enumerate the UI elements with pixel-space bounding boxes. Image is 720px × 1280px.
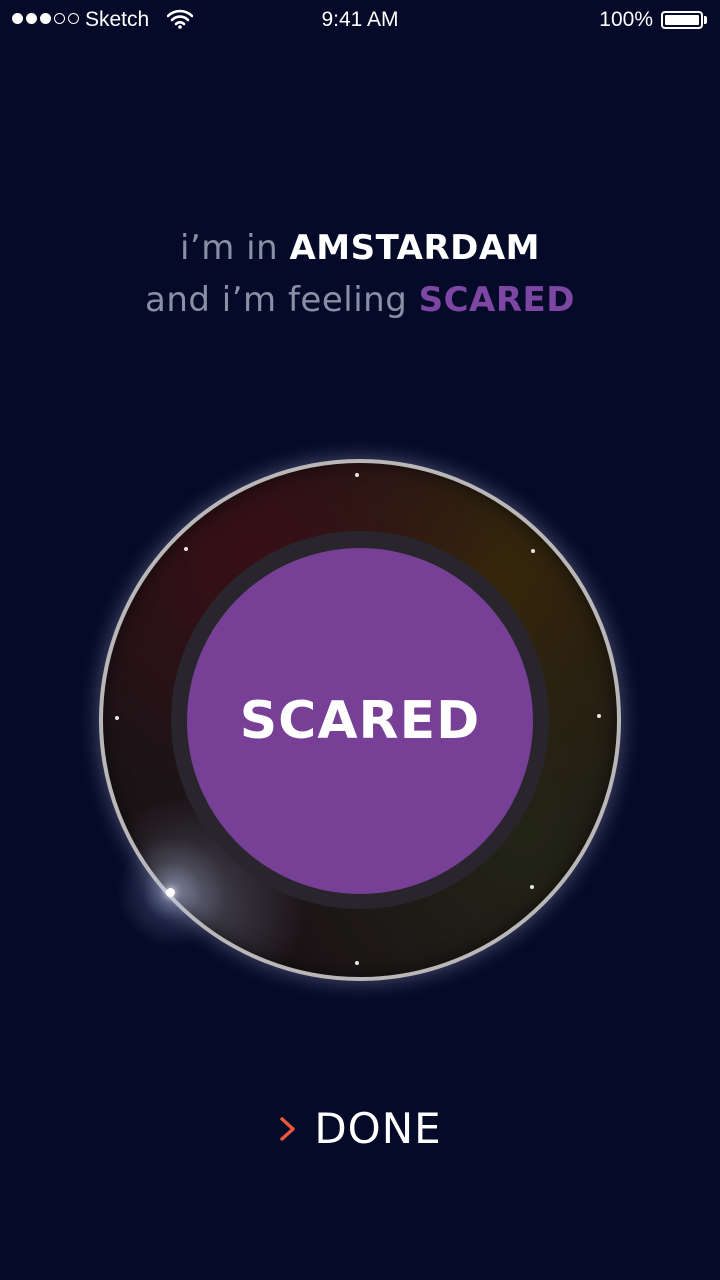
- dial-tick: [184, 547, 188, 551]
- chevron-right-icon: [280, 1116, 296, 1141]
- feeling-prefix: and i’m feeling: [145, 280, 408, 320]
- done-button[interactable]: DONE: [0, 1104, 720, 1153]
- location-prefix: i’m in: [179, 228, 279, 268]
- battery-percent: 100%: [599, 8, 653, 31]
- headline-line-1: i’m in AMSTARDAM: [0, 222, 720, 274]
- battery-icon: [661, 11, 703, 29]
- selected-mood-label: SCARED: [239, 691, 481, 751]
- dial-tick: [530, 885, 534, 889]
- dial-handle[interactable]: [166, 888, 175, 897]
- battery-fill: [665, 15, 699, 25]
- headline: i’m in AMSTARDAM and i’m feeling SCARED: [0, 222, 720, 326]
- battery-tip: [704, 16, 707, 24]
- status-bar: Sketch 9:41 AM 100%: [0, 0, 720, 40]
- feeling-mood: SCARED: [418, 280, 575, 320]
- dial-tick: [355, 473, 359, 477]
- dial-tick: [355, 961, 359, 965]
- selected-mood-circle[interactable]: SCARED: [187, 548, 533, 894]
- dial-tick: [115, 716, 119, 720]
- headline-line-2: and i’m feeling SCARED: [0, 274, 720, 326]
- location-city: AMSTARDAM: [289, 228, 541, 268]
- dial-tick: [597, 714, 601, 718]
- dial-tick: [531, 549, 535, 553]
- done-label: DONE: [314, 1104, 442, 1153]
